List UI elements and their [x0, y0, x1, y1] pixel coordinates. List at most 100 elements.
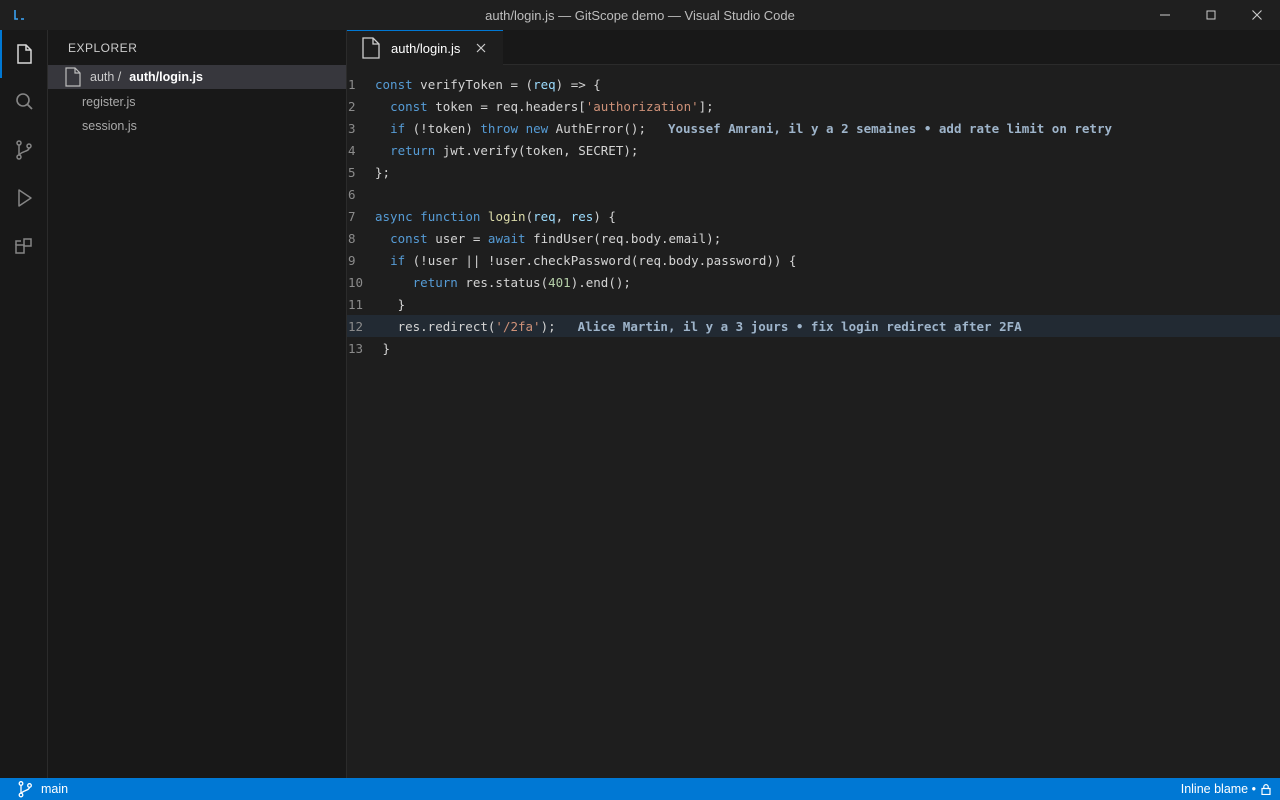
code-token: 'authorization': [585, 98, 699, 114]
inline-blame-annotation[interactable]: Youssef Amrani, il y a 2 semaines • add …: [668, 121, 1112, 136]
code-token: ];: [698, 98, 714, 114]
code-token: async: [375, 208, 413, 224]
run-debug-icon: [18, 189, 32, 207]
vscode-logo-icon: [12, 7, 28, 23]
tab-label: auth/login.js: [391, 40, 461, 56]
line-number: 3: [348, 120, 356, 136]
explorer-title: EXPLORER: [68, 41, 138, 55]
code-text: }: [375, 341, 391, 356]
code-line: 5};: [347, 161, 1280, 183]
code-token: };: [375, 164, 391, 180]
minimize-button[interactable]: [1142, 0, 1188, 30]
code-text: async function login(req, res) {: [375, 209, 616, 224]
tree-item-register[interactable]: register.js: [48, 90, 346, 114]
code-line: 4 return jwt.verify(token, SECRET);: [347, 139, 1280, 161]
line-number: 5: [348, 164, 356, 180]
code-text: return jwt.verify(token, SECRET);: [375, 143, 638, 158]
code-line: 2 const token = req.headers['authorizati…: [347, 95, 1280, 117]
close-icon: [476, 43, 486, 53]
close-window-button[interactable]: [1234, 0, 1280, 30]
code-text: res.redirect('/2fa');: [375, 319, 556, 334]
line-number: 6: [348, 186, 356, 202]
tab-close-button[interactable]: [474, 41, 488, 55]
search-icon: [16, 93, 33, 110]
code-text: if (!token) throw new AuthError();: [375, 121, 646, 136]
code-token: '/2fa': [495, 318, 541, 334]
code-token: (: [525, 208, 534, 224]
code-line: 13 }: [347, 337, 1280, 359]
code-token: (!token): [405, 120, 481, 136]
explorer-sidebar: EXPLORER auth / auth/login.js register.j…: [48, 30, 347, 778]
code-token: const: [390, 98, 428, 114]
line-number: 7: [348, 208, 356, 224]
code-line: 1 const verifyToken = (req) => {: [347, 73, 1280, 95]
code-token: ).end();: [570, 274, 631, 290]
git-branch-icon[interactable]: [16, 780, 34, 798]
line-number: 10: [348, 274, 364, 290]
activity-search[interactable]: [0, 78, 48, 126]
code-text: if (!user || !user.checkPassword(req.bod…: [375, 253, 796, 268]
code-token: const: [375, 76, 413, 92]
code-line: 7 async function login(req, res) {: [347, 205, 1280, 227]
tab-login-js[interactable]: auth/login.js: [347, 30, 503, 65]
activity-source-control[interactable]: [0, 126, 48, 174]
minimize-icon: [1160, 14, 1170, 16]
file-icon: [361, 37, 381, 59]
code-token: return: [390, 142, 436, 158]
code-token: );: [540, 318, 556, 334]
code-token: if: [390, 120, 406, 136]
code-line: 10 return res.status(401).end();: [347, 271, 1280, 293]
maximize-button[interactable]: [1188, 0, 1234, 30]
activity-explorer[interactable]: [0, 30, 48, 78]
line-number: 4: [348, 142, 356, 158]
code-token: ) {: [593, 208, 616, 224]
line-number: 13: [348, 340, 364, 356]
explorer-icon: [17, 44, 32, 64]
close-icon: [1252, 10, 1262, 20]
code-line: 3 if (!token) throw new AuthError(); Yous…: [347, 117, 1280, 139]
maximize-icon: [1206, 10, 1216, 20]
code-token: req: [533, 208, 556, 224]
inline-blame-status[interactable]: Inline blame •: [1181, 782, 1256, 796]
code-line: 6: [347, 183, 1280, 205]
code-text: const token = req.headers['authorization…: [375, 99, 714, 114]
window-title: auth/login.js — GitScope demo — Visual S…: [485, 7, 795, 23]
extensions-icon: [15, 238, 32, 254]
tree-item-login[interactable]: auth / auth/login.js: [48, 65, 346, 89]
code-token: verifyToken = (: [412, 76, 534, 92]
title-bar: auth/login.js — GitScope demo — Visual S…: [0, 0, 1280, 30]
code-token: return: [412, 274, 458, 290]
code-token: token = req.headers[: [427, 98, 586, 114]
window-controls: [1142, 0, 1280, 30]
line-number: 1: [348, 76, 356, 92]
code-token: AuthError();: [548, 120, 646, 136]
code-token: (!user || !user.checkPassword(req.body.p…: [405, 252, 797, 268]
editor-tab-bar: auth/login.js: [347, 30, 1280, 65]
tree-item-label: session.js: [82, 119, 137, 133]
code-line: 9 if (!user || !user.checkPassword(req.b…: [347, 249, 1280, 271]
code-token: function: [420, 208, 481, 224]
code-editor[interactable]: 1 const verifyToken = (req) => { 2 const …: [347, 65, 1280, 778]
tree-item-session[interactable]: session.js: [48, 114, 346, 138]
activity-extensions[interactable]: [0, 222, 48, 270]
line-number: 8: [348, 230, 356, 246]
code-line: 8 const user = await findUser(req.body.e…: [347, 227, 1280, 249]
code-token: }: [397, 296, 406, 312]
inline-blame-annotation[interactable]: Alice Martin, il y a 3 jours • fix login…: [578, 319, 1022, 334]
code-text: const user = await findUser(req.body.ema…: [375, 231, 721, 246]
line-number: 12: [348, 318, 364, 334]
code-token: ,: [555, 208, 571, 224]
status-bar: main Inline blame •: [0, 778, 1280, 800]
git-branch-label[interactable]: main: [41, 782, 68, 796]
activity-run-debug[interactable]: [0, 174, 48, 222]
code-line-current: 12 res.redirect('/2fa'); Alice Martin, il…: [347, 315, 1280, 337]
lock-icon[interactable]: [1260, 783, 1272, 795]
